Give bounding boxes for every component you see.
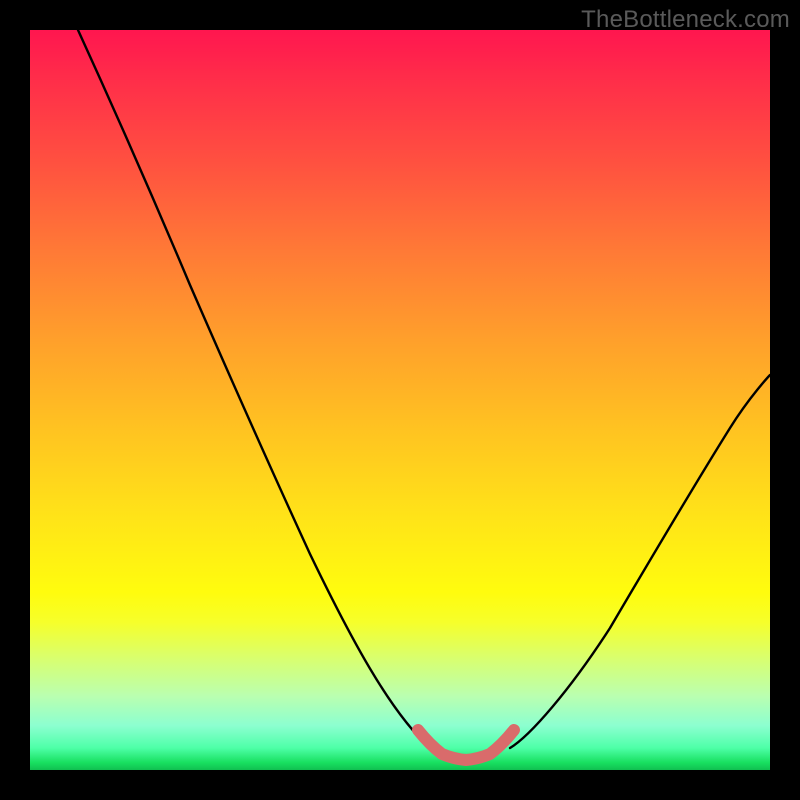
left-curve	[78, 30, 430, 748]
chart-frame: TheBottleneck.com	[0, 0, 800, 800]
curves-svg	[30, 30, 770, 770]
right-curve	[510, 375, 770, 748]
valley-highlight	[418, 730, 514, 760]
plot-area	[30, 30, 770, 770]
watermark-text: TheBottleneck.com	[581, 6, 790, 34]
